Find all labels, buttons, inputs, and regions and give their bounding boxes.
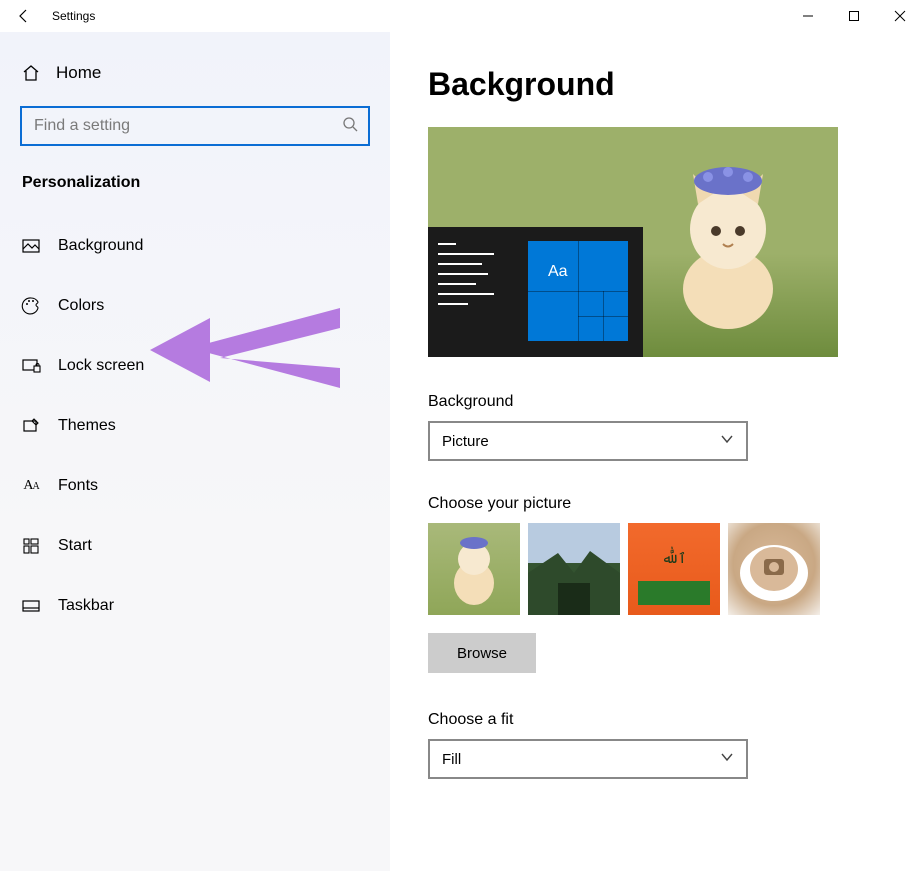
home-icon xyxy=(20,63,42,83)
sidebar-item-label: Start xyxy=(42,537,92,555)
chevron-down-icon xyxy=(720,750,734,768)
search-input[interactable] xyxy=(32,116,342,136)
minimize-button[interactable] xyxy=(785,0,831,32)
sidebar-item-label: Background xyxy=(42,237,143,255)
sidebar: Home Personalization Background xyxy=(0,32,390,871)
settings-window: Settings Home xyxy=(0,0,923,871)
desktop-preview xyxy=(428,127,838,357)
sidebar-home[interactable]: Home xyxy=(20,50,370,96)
picture-thumbnail[interactable] xyxy=(728,523,820,615)
palette-icon xyxy=(20,296,42,316)
fit-dropdown[interactable]: Fill xyxy=(428,739,748,779)
search-icon xyxy=(342,116,358,136)
sidebar-item-taskbar[interactable]: Taskbar xyxy=(20,582,370,630)
svg-text:ٱللَّٰه: ٱللَّٰه xyxy=(662,546,687,567)
page-title: Background xyxy=(428,66,899,103)
window-controls xyxy=(785,0,923,32)
search-box[interactable] xyxy=(20,106,370,146)
fonts-icon: AA xyxy=(20,478,42,494)
sidebar-item-start[interactable]: Start xyxy=(20,522,370,570)
background-dropdown-label: Background xyxy=(428,393,899,411)
content-area: Background xyxy=(390,32,923,871)
chevron-down-icon xyxy=(720,432,734,450)
lock-screen-icon xyxy=(20,356,42,376)
picture-thumbnail[interactable]: ٱللَّٰه xyxy=(628,523,720,615)
sidebar-item-background[interactable]: Background xyxy=(20,222,370,270)
window-title: Settings xyxy=(48,9,95,23)
sidebar-nav: Background Colors Lock screen xyxy=(20,222,370,630)
sidebar-item-fonts[interactable]: AA Fonts xyxy=(20,462,370,510)
back-button[interactable] xyxy=(0,0,48,32)
sidebar-home-label: Home xyxy=(42,63,101,83)
picture-thumbnail[interactable] xyxy=(528,523,620,615)
maximize-icon xyxy=(848,10,860,22)
picture-thumbnail[interactable] xyxy=(428,523,520,615)
sidebar-item-themes[interactable]: Themes xyxy=(20,402,370,450)
sidebar-section-label: Personalization xyxy=(20,174,370,192)
background-dropdown[interactable]: Picture xyxy=(428,421,748,461)
maximize-button[interactable] xyxy=(831,0,877,32)
start-icon xyxy=(20,536,42,556)
minimize-icon xyxy=(802,10,814,22)
sidebar-item-label: Fonts xyxy=(42,477,98,495)
sidebar-item-lockscreen[interactable]: Lock screen xyxy=(20,342,370,390)
sidebar-item-label: Taskbar xyxy=(42,597,114,615)
sidebar-item-label: Colors xyxy=(42,297,104,315)
picture-thumbnails: ٱللَّٰه xyxy=(428,523,899,615)
choose-fit-label: Choose a fit xyxy=(428,711,899,729)
sidebar-item-label: Lock screen xyxy=(42,357,144,375)
choose-picture-label: Choose your picture xyxy=(428,495,899,513)
taskbar-icon xyxy=(20,596,42,616)
arrow-left-icon xyxy=(16,8,32,24)
title-bar: Settings xyxy=(0,0,923,32)
preview-wallpaper-image xyxy=(658,139,798,329)
picture-icon xyxy=(20,236,42,256)
fit-dropdown-value: Fill xyxy=(442,751,461,768)
close-icon xyxy=(894,10,906,22)
background-dropdown-value: Picture xyxy=(442,433,489,450)
sidebar-item-colors[interactable]: Colors xyxy=(20,282,370,330)
close-button[interactable] xyxy=(877,0,923,32)
themes-icon xyxy=(20,416,42,436)
browse-button[interactable]: Browse xyxy=(428,633,536,673)
sidebar-item-label: Themes xyxy=(42,417,116,435)
